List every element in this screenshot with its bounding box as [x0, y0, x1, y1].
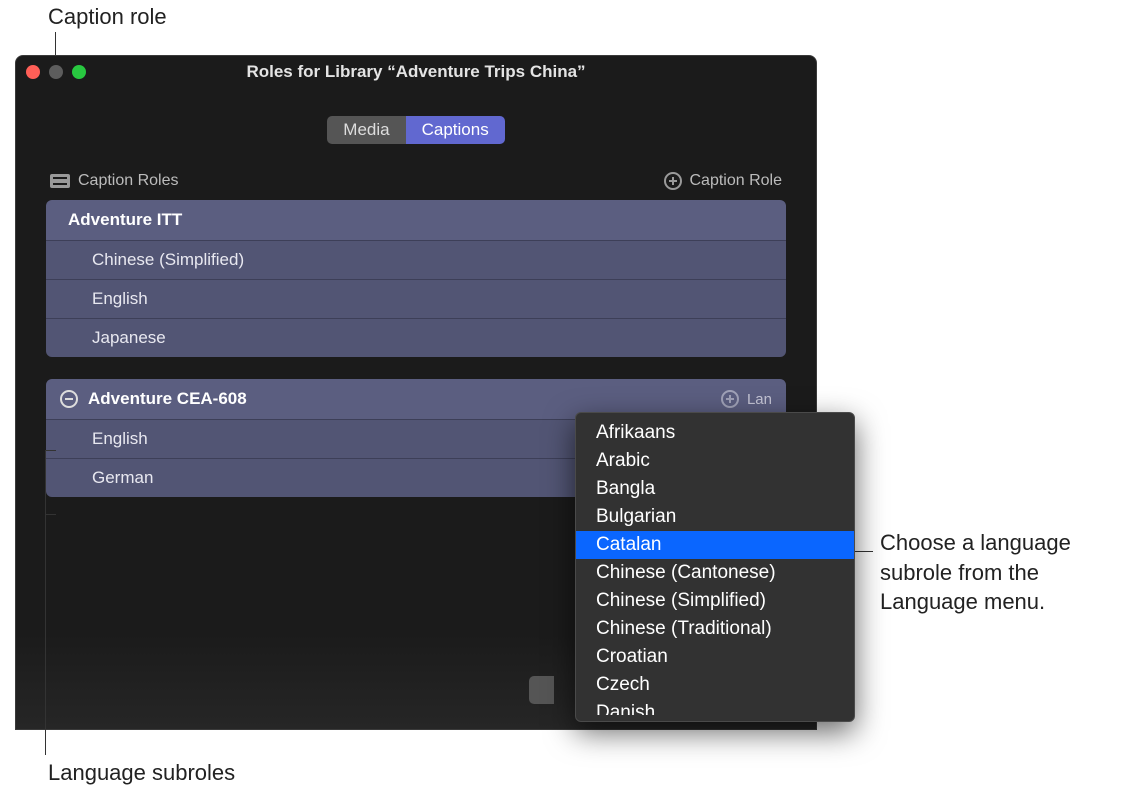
apply-button[interactable] [529, 676, 554, 704]
role-header[interactable]: Adventure ITT [46, 200, 786, 240]
language-subrole[interactable]: Chinese (Simplified) [46, 240, 786, 279]
add-caption-role-label: Caption Role [690, 172, 783, 190]
callout-bracket [45, 450, 46, 515]
caption-roles-text: Caption Roles [78, 172, 179, 190]
callout-language-subroles: Language subroles [48, 758, 235, 788]
language-option[interactable]: Chinese (Cantonese) [576, 559, 854, 587]
language-option[interactable]: Bangla [576, 475, 854, 503]
roles-header-row: Caption Roles Caption Role [46, 172, 786, 200]
callout-line [855, 551, 873, 552]
titlebar: Roles for Library “Adventure Trips China… [16, 56, 816, 88]
language-subrole[interactable]: English [46, 279, 786, 318]
language-option[interactable]: Croatian [576, 643, 854, 671]
language-option[interactable]: Arabic [576, 447, 854, 475]
language-option[interactable]: Bulgarian [576, 503, 854, 531]
role-name: Adventure ITT [68, 210, 182, 230]
zoom-icon[interactable] [72, 65, 86, 79]
tab-segmented-control: Media Captions [46, 116, 786, 144]
plus-icon [721, 390, 739, 408]
traffic-lights [26, 65, 86, 79]
callout-line [45, 515, 46, 755]
language-option[interactable]: Czech [576, 671, 854, 699]
add-caption-role-button[interactable]: Caption Role [664, 172, 783, 190]
caption-icon [50, 174, 70, 188]
callout-choose-language: Choose a language subrole from the Langu… [880, 528, 1130, 617]
language-option[interactable]: Chinese (Simplified) [576, 587, 854, 615]
language-option[interactable]: Danish [576, 699, 854, 715]
language-option[interactable]: Afrikaans [576, 419, 854, 447]
plus-icon [664, 172, 682, 190]
window-title: Roles for Library “Adventure Trips China… [16, 62, 816, 82]
close-icon[interactable] [26, 65, 40, 79]
callout-caption-role: Caption role [48, 2, 167, 32]
add-language-label: Lan [747, 391, 772, 408]
language-dropdown[interactable]: AfrikaansArabicBanglaBulgarianCatalanChi… [575, 412, 855, 722]
language-option[interactable]: Chinese (Traditional) [576, 615, 854, 643]
caption-roles-label: Caption Roles [50, 172, 179, 190]
minimize-icon [49, 65, 63, 79]
tab-captions[interactable]: Captions [406, 116, 505, 144]
language-subrole[interactable]: Japanese [46, 318, 786, 357]
language-option[interactable]: Catalan [576, 531, 854, 559]
remove-role-icon[interactable] [60, 390, 78, 408]
add-language-button[interactable]: Lan [721, 390, 772, 408]
role-name: Adventure CEA-608 [88, 389, 247, 409]
tab-media[interactable]: Media [327, 116, 405, 144]
role-group: Adventure ITT Chinese (Simplified)English… [46, 200, 786, 357]
